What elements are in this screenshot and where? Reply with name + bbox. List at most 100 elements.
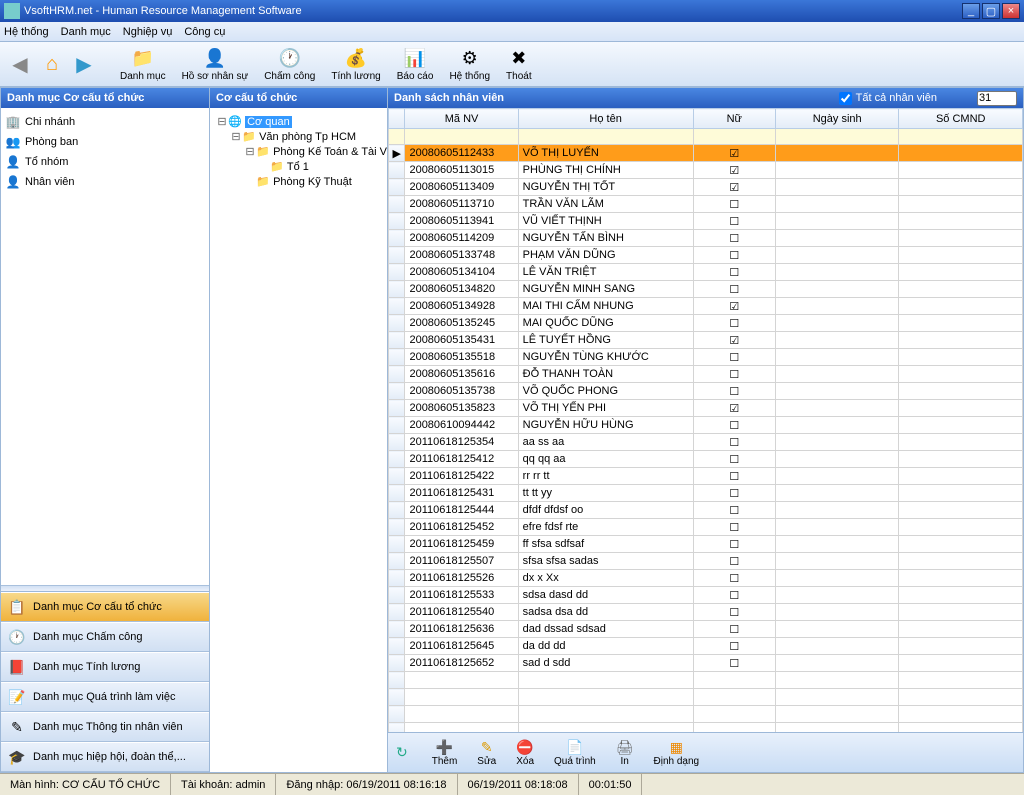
row-indicator <box>389 638 405 655</box>
table-row[interactable]: 20110618125507sfsa sfsa sadas☐ <box>389 553 1023 570</box>
table-row[interactable]: 20080605113710TRẦN VĂN LÃM☐ <box>389 196 1023 213</box>
close-button[interactable]: × <box>1002 3 1020 19</box>
table-row[interactable]: 20110618125354aa ss aa☐ <box>389 434 1023 451</box>
table-row[interactable]: 20080605133748PHẠM VĂN DŨNG☐ <box>389 247 1023 264</box>
col-Họ tên[interactable]: Họ tên <box>518 109 693 129</box>
menu-Công cụ[interactable]: Công cụ <box>184 26 225 38</box>
org-node-Cơ quan[interactable]: ⊟🌐 Cơ quan <box>216 114 381 129</box>
col-Ngày sinh[interactable]: Ngày sinh <box>775 109 899 129</box>
table-row[interactable]: 20110618125412qq qq aa☐ <box>389 451 1023 468</box>
status-screen: Màn hình: CƠ CẤU TỔ CHỨC <box>0 774 171 795</box>
count-field[interactable] <box>977 91 1017 106</box>
table-row[interactable]: 20110618125533sdsa dasd dd☐ <box>389 587 1023 604</box>
category-Chi nhánh[interactable]: 🏢Chi nhánh <box>5 112 205 132</box>
table-row[interactable]: 20080605113409NGUYỄN THỊ TỐT☑ <box>389 179 1023 196</box>
table-row[interactable]: 20110618125444dfdf dfdsf oo☐ <box>389 502 1023 519</box>
minimize-button[interactable]: _ <box>962 3 980 19</box>
menu-Hệ thống[interactable]: Hệ thống <box>4 26 49 38</box>
employee-grid[interactable]: Mã NVHọ tênNữNgày sinhSố CMND ▶2008060511… <box>388 108 1023 732</box>
org-node-Phòng Kế Toán & Tài Vụ[interactable]: ⊟📁 Phòng Kế Toán & Tài Vụ <box>216 144 381 159</box>
table-row[interactable]: 20080605135823VÕ THỊ YẾN PHI☑ <box>389 400 1023 417</box>
sidenav: 📋Danh mục Cơ cấu tổ chức🕐Danh mục Chấm c… <box>1 591 209 772</box>
sidenav-Danh mục Cơ cấu tổ chức[interactable]: 📋Danh mục Cơ cấu tổ chức <box>1 592 209 622</box>
table-row[interactable]: 20080605134820NGUYỄN MINH SANG☐ <box>389 281 1023 298</box>
row-indicator <box>389 179 405 196</box>
table-row[interactable]: ▶20080605112433VÕ THỊ LUYẾN☑ <box>389 145 1023 162</box>
table-row[interactable]: 20080605135738VÕ QUỐC PHONG☐ <box>389 383 1023 400</box>
row-indicator <box>389 587 405 604</box>
folder-icon: 📁 <box>270 160 284 173</box>
toolbar-Tính lương[interactable]: 💰Tính lương <box>325 44 386 84</box>
table-row[interactable]: 20080605113941VŨ VIẾT THỊNH☐ <box>389 213 1023 230</box>
maximize-button[interactable]: ▢ <box>982 3 1000 19</box>
table-row[interactable]: 20110618125422rr rr tt☐ <box>389 468 1023 485</box>
row-indicator <box>389 400 405 417</box>
table-row[interactable]: 20080605135245MAI QUỐC DŨNG☐ <box>389 315 1023 332</box>
action-Thêm[interactable]: ➕Thêm <box>422 737 468 769</box>
all-employees-check-input[interactable] <box>839 92 852 105</box>
sidenav-Danh mục Tính lương[interactable]: 📕Danh mục Tính lương <box>1 652 209 682</box>
filter-row[interactable] <box>389 129 1023 145</box>
org-node-Phòng Kỹ Thuật[interactable]: 📁 Phòng Kỹ Thuật <box>216 174 381 189</box>
toolbar-Danh mục[interactable]: 📁Danh mục <box>114 44 172 84</box>
row-indicator <box>389 655 405 672</box>
all-employees-checkbox[interactable]: Tất cả nhân viên <box>839 92 937 105</box>
table-row[interactable]: 20080605135616ĐỖ THANH TOÀN☐ <box>389 366 1023 383</box>
action-Xóa[interactable]: ⛔Xóa <box>506 737 544 769</box>
table-row[interactable]: 20080605114209NGUYỄN TẤN BÌNH☐ <box>389 230 1023 247</box>
nav-home-button[interactable]: ⌂ <box>38 50 66 78</box>
table-row[interactable]: 20110618125540sadsa dsa dd☐ <box>389 604 1023 621</box>
row-indicator <box>389 485 405 502</box>
sidenav-Danh mục hiệp hội, đoàn thể,...[interactable]: 🎓Danh mục hiệp hội, đoàn thể,... <box>1 742 209 772</box>
toolbar-Hệ thống[interactable]: ⚙Hệ thống <box>443 44 496 84</box>
menu-Nghiệp vụ[interactable]: Nghiệp vụ <box>123 26 173 38</box>
row-indicator <box>389 417 405 434</box>
expand-icon[interactable]: ⊟ <box>230 130 242 143</box>
Quá trình-icon: 📄 <box>566 739 583 756</box>
action-Sửa[interactable]: ✎Sửa <box>467 737 506 769</box>
table-row[interactable]: 20080610094442NGUYỄN HỮU HÙNG☐ <box>389 417 1023 434</box>
category-tree: 🏢Chi nhánh👥Phòng ban👤Tổ nhóm👤Nhân viên <box>1 108 209 585</box>
sidenav-Danh mục Chấm công[interactable]: 🕐Danh mục Chấm công <box>1 622 209 652</box>
row-indicator <box>389 315 405 332</box>
toolbar-Chấm công[interactable]: 🕐Chấm công <box>258 44 321 84</box>
expand-icon[interactable]: ⊟ <box>244 145 256 158</box>
nav-back-button[interactable]: ◀ <box>6 50 34 78</box>
menu-Danh mục[interactable]: Danh mục <box>61 26 111 38</box>
col-Nữ[interactable]: Nữ <box>693 109 775 129</box>
expand-icon[interactable]: ⊟ <box>216 115 228 128</box>
org-node-Tổ 1[interactable]: 📁 Tổ 1 <box>216 159 381 174</box>
action-In[interactable]: 🖨In <box>606 737 644 769</box>
table-row[interactable]: 20110618125459ff sfsa sdfsaf☐ <box>389 536 1023 553</box>
toolbar-Hồ sơ nhân sự[interactable]: 👤Hồ sơ nhân sự <box>176 44 255 84</box>
table-row[interactable]: 20110618125652sad d sdd☐ <box>389 655 1023 672</box>
table-row[interactable]: 20080605134104LÊ VĂN TRIỆT☐ <box>389 264 1023 281</box>
row-indicator <box>389 281 405 298</box>
category-Phòng ban[interactable]: 👥Phòng ban <box>5 132 205 152</box>
table-row[interactable]: 20110618125431tt tt yy☐ <box>389 485 1023 502</box>
action-Quá trình[interactable]: 📄Quá trình <box>544 737 606 769</box>
org-node-Văn phòng Tp HCM[interactable]: ⊟📁 Văn phòng Tp HCM <box>216 129 381 144</box>
toolbar-Thoát[interactable]: ✖Thoát <box>500 44 538 84</box>
status-date: 06/19/2011 08:18:08 <box>458 774 579 795</box>
sidenav-Danh mục Thông tin nhân viên[interactable]: ✎Danh mục Thông tin nhân viên <box>1 712 209 742</box>
category-Nhân viên[interactable]: 👤Nhân viên <box>5 172 205 192</box>
table-row[interactable]: 20080605113015PHÙNG THỊ CHÍNH☑ <box>389 162 1023 179</box>
table-row[interactable]: 20110618125645da dd dd☐ <box>389 638 1023 655</box>
sidenav-Danh mục Quá trình làm việc[interactable]: 📝Danh mục Quá trình làm việc <box>1 682 209 712</box>
category-Tổ nhóm[interactable]: 👤Tổ nhóm <box>5 152 205 172</box>
col-Số CMND[interactable]: Số CMND <box>899 109 1023 129</box>
table-row[interactable]: 20110618125526dx x Xx☐ <box>389 570 1023 587</box>
col-Mã NV[interactable]: Mã NV <box>405 109 518 129</box>
table-row[interactable]: 20080605134928MAI THI CẨM NHUNG☑ <box>389 298 1023 315</box>
table-row[interactable]: 20080605135518NGUYỄN TÙNG KHƯỚC☐ <box>389 349 1023 366</box>
action-Định dạng[interactable]: ▦Định dạng <box>644 737 710 769</box>
table-row[interactable]: 20110618125636dad dssad sdsad☐ <box>389 621 1023 638</box>
table-row[interactable]: 20110618125452efre fdsf rte☐ <box>389 519 1023 536</box>
row-indicator <box>389 349 405 366</box>
refresh-icon[interactable]: ↻ <box>396 744 408 761</box>
table-row[interactable]: 20080605135431LÊ TUYẾT HỒNG☑ <box>389 332 1023 349</box>
toolbar-Báo cáo[interactable]: 📊Báo cáo <box>391 44 440 84</box>
nav-forward-button[interactable]: ▶ <box>70 50 98 78</box>
row-indicator <box>389 247 405 264</box>
